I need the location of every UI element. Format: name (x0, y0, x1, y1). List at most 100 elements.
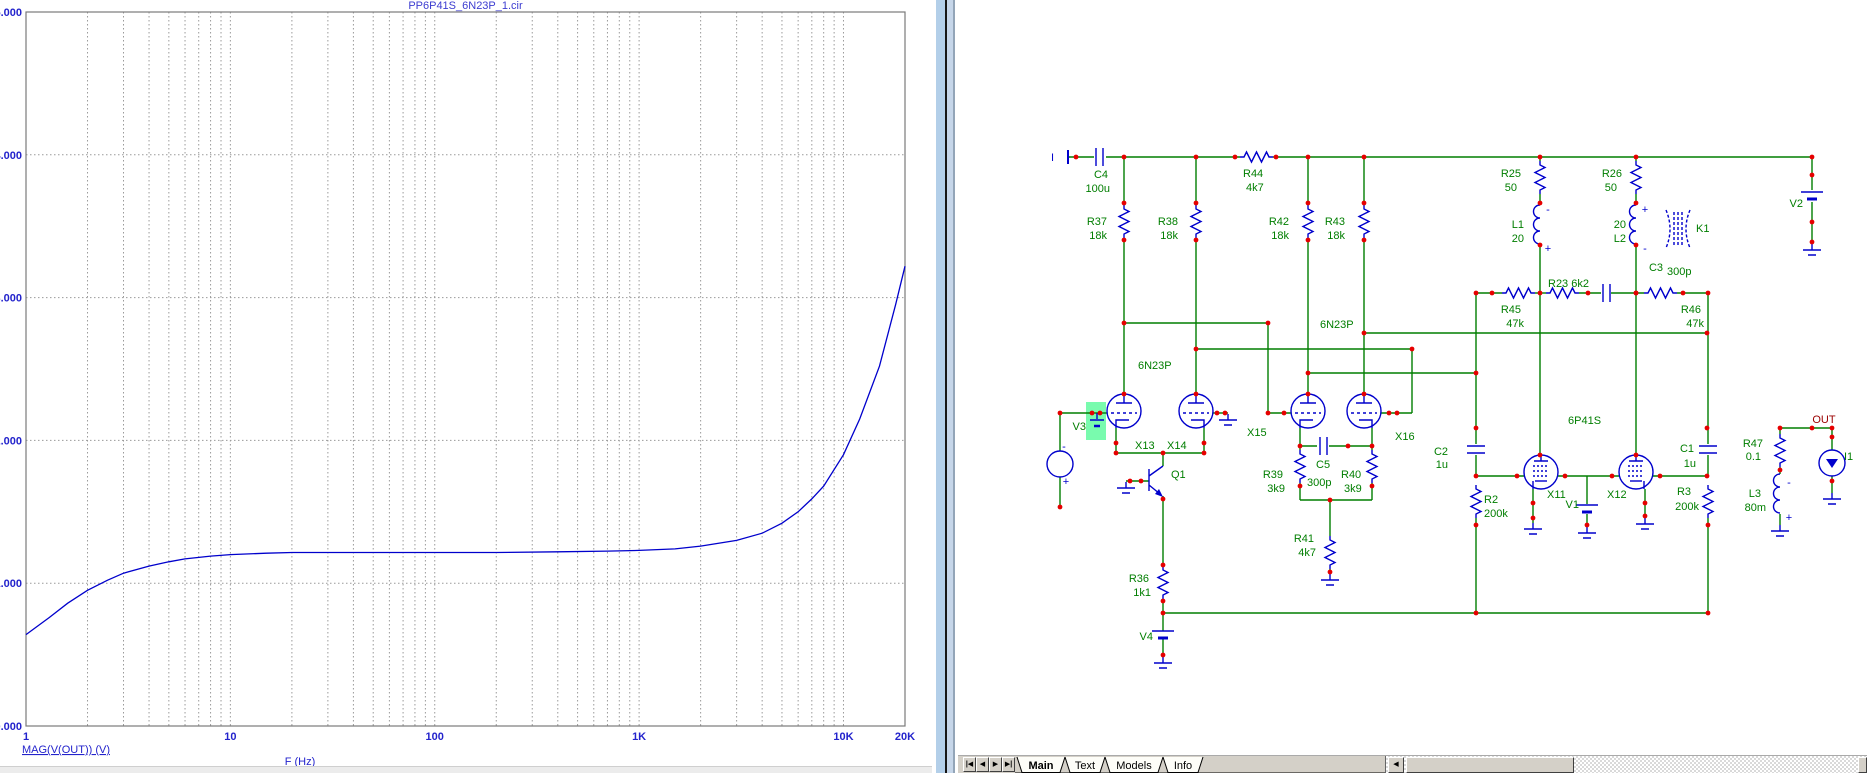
component-label---73[interactable]: - (1787, 477, 1791, 489)
scroll-right-button[interactable] (1858, 757, 1867, 773)
component-label-18k-6[interactable]: 18k (1089, 230, 1107, 242)
component-label-L2-20[interactable]: L2 (1614, 233, 1626, 245)
component-label-X14-33[interactable]: X14 (1167, 440, 1187, 452)
component-label-X12-56[interactable]: X12 (1607, 489, 1627, 501)
vcr-button-3[interactable]: ▶| (1002, 757, 1015, 772)
component-label-+-74[interactable]: + (1786, 512, 1792, 524)
component-label-C1-57[interactable]: C1 (1680, 443, 1694, 455)
component-label-C3-22[interactable]: C3 (1649, 262, 1663, 274)
resistor-R25 (1533, 161, 1547, 194)
component-label-R23-6k2-25[interactable]: R23 6k2 (1548, 278, 1589, 290)
component-label-47k-29[interactable]: 47k (1686, 318, 1704, 330)
component-label-L3-63[interactable]: L3 (1749, 488, 1761, 500)
scroll-left-button[interactable]: ◀ (1388, 757, 1404, 773)
component-label-20-18[interactable]: 20 (1512, 233, 1524, 245)
component-label-18k-8[interactable]: 18k (1160, 230, 1178, 242)
panel-splitter-band[interactable] (936, 0, 945, 773)
component-label-V1-55[interactable]: V1 (1566, 499, 1579, 511)
tab-label-text[interactable]: Text (1075, 760, 1095, 772)
tab-label-main[interactable]: Main (1028, 760, 1053, 772)
component-label-V2-24[interactable]: V2 (1790, 198, 1803, 210)
component-label-R43-11[interactable]: R43 (1325, 216, 1345, 228)
component-label-3k9-39[interactable]: 3k9 (1267, 483, 1285, 495)
component-label-R42-9[interactable]: R42 (1269, 216, 1289, 228)
schematic-panel: I C4 100u R44 4k7 R37 18k R38 18k R42 18k R43 18k R25… (958, 0, 1867, 755)
component-label-X13-32[interactable]: X13 (1135, 440, 1155, 452)
component-label-R36-46[interactable]: R36 (1129, 573, 1149, 585)
component-label-R38-7[interactable]: R38 (1158, 216, 1178, 228)
component-label-4k7-4[interactable]: 4k7 (1246, 182, 1264, 194)
component-label-R25-13[interactable]: R25 (1501, 168, 1521, 180)
component-label-R44-3[interactable]: R44 (1243, 168, 1263, 180)
component-label-0.1-62[interactable]: 0.1 (1746, 451, 1761, 463)
component-label-R26-15[interactable]: R26 (1602, 168, 1622, 180)
component-label---72[interactable]: - (1643, 243, 1647, 255)
component-label-+-68[interactable]: + (1063, 476, 1069, 488)
component-label-K1-21[interactable]: K1 (1696, 223, 1709, 235)
component-label-R47-61[interactable]: R47 (1743, 438, 1763, 450)
component-label-300p-23[interactable]: 300p (1667, 266, 1691, 278)
plot-frame (25, 11, 906, 727)
component-label-100u-2[interactable]: 100u (1086, 183, 1110, 195)
y-tick-label: 5.000 (0, 7, 22, 19)
component-label---69[interactable]: - (1546, 204, 1550, 216)
vcr-button-1[interactable]: ◀ (976, 757, 989, 772)
component-label-6N23P-30[interactable]: 6N23P (1138, 360, 1172, 372)
scrollbar-thumb[interactable] (1406, 757, 1574, 773)
component-label-50-14[interactable]: 50 (1505, 182, 1517, 194)
component-label-X16-35[interactable]: X16 (1395, 431, 1415, 443)
component-label-1u-50[interactable]: 1u (1436, 459, 1448, 471)
coupling-K1 (1665, 209, 1671, 249)
component-label-R41-44[interactable]: R41 (1294, 533, 1314, 545)
component-label-R46-28[interactable]: R46 (1681, 304, 1701, 316)
component-label-C2-49[interactable]: C2 (1434, 446, 1448, 458)
tab-label-models[interactable]: Models (1116, 760, 1152, 772)
component-label-R3-59[interactable]: R3 (1677, 486, 1691, 498)
component-label-R37-5[interactable]: R37 (1087, 216, 1107, 228)
component-label-I1-66[interactable]: I1 (1844, 451, 1853, 463)
waveform-label-link[interactable]: MAG(V(OUT)) (V) (22, 744, 110, 756)
component-label-18k-12[interactable]: 18k (1327, 230, 1345, 242)
component-label-1k1-47[interactable]: 1k1 (1133, 587, 1151, 599)
component-label-6N23P-31[interactable]: 6N23P (1320, 319, 1354, 331)
tab-label-info[interactable]: Info (1174, 760, 1192, 772)
component-label-Q1-37[interactable]: Q1 (1171, 469, 1186, 481)
component-label-R45-26[interactable]: R45 (1501, 304, 1521, 316)
component-label-20-19[interactable]: 20 (1614, 219, 1626, 231)
chart-bottom-strip (0, 766, 932, 773)
component-label-47k-27[interactable]: 47k (1506, 318, 1524, 330)
component-label-I-0[interactable]: I (1051, 152, 1054, 164)
component-label-1u-58[interactable]: 1u (1684, 458, 1696, 470)
component-label-300p-41[interactable]: 300p (1307, 477, 1331, 489)
component-label-50-16[interactable]: 50 (1605, 182, 1617, 194)
component-label-3k9-43[interactable]: 3k9 (1344, 483, 1362, 495)
schematic-canvas[interactable]: IC4100uR444k7R3718kR3818kR4218kR4318kR25… (958, 0, 1867, 755)
component-label-18k-10[interactable]: 18k (1271, 230, 1289, 242)
component-label-OUT-65[interactable]: OUT (1812, 414, 1836, 426)
component-label-80m-64[interactable]: 80m (1745, 502, 1766, 514)
component-label-V3-36[interactable]: V3 (1073, 421, 1086, 433)
plot-grid (26, 12, 905, 726)
component-label-4k7-45[interactable]: 4k7 (1298, 547, 1316, 559)
component-label-+-71[interactable]: + (1642, 204, 1648, 216)
component-label-200k-60[interactable]: 200k (1675, 501, 1699, 513)
component-label-R39-38[interactable]: R39 (1263, 469, 1283, 481)
component-label-X15-34[interactable]: X15 (1247, 427, 1267, 439)
component-label-R2-51[interactable]: R2 (1484, 494, 1498, 506)
component-label-200k-52[interactable]: 200k (1484, 508, 1508, 520)
component-label-R40-42[interactable]: R40 (1341, 469, 1361, 481)
component-label-X11-54[interactable]: X11 (1547, 489, 1566, 501)
component-label-V4-48[interactable]: V4 (1140, 631, 1153, 643)
vcr-button-0[interactable]: |◀ (963, 757, 976, 772)
component-label-+-70[interactable]: + (1545, 243, 1551, 255)
ground-icon (1578, 527, 1596, 539)
horizontal-scrollbar[interactable]: ◀ (1385, 756, 1867, 773)
vcr-button-2[interactable]: ▶ (989, 757, 1002, 772)
component-label-C5-40[interactable]: C5 (1316, 459, 1330, 471)
component-label-L1-17[interactable]: L1 (1512, 219, 1524, 231)
component-label-6P41S-53[interactable]: 6P41S (1568, 415, 1601, 427)
component-label-C4-1[interactable]: C4 (1094, 169, 1108, 181)
inductor-L1 (1532, 204, 1541, 245)
x-axis-label: F (Hz) (285, 756, 316, 766)
component-label---67[interactable]: - (1062, 441, 1066, 453)
